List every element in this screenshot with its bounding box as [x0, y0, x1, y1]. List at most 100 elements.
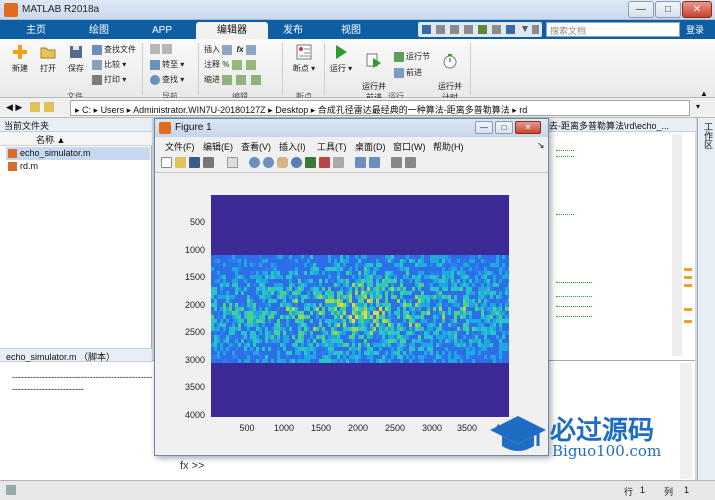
echo-cell: [286, 355, 289, 359]
path-segment[interactable]: Desktop: [275, 105, 308, 115]
compare-button[interactable]: 比较 ▾: [92, 59, 126, 70]
edit-plot-icon[interactable]: [227, 157, 238, 168]
file-item-rd[interactable]: rd.m: [6, 160, 150, 173]
warning-marker[interactable]: [684, 320, 692, 323]
figure-title-bar[interactable]: Figure 1 — □ ✕: [155, 119, 548, 137]
path-segment[interactable]: rd: [519, 105, 527, 115]
tab-apps[interactable]: APP: [132, 22, 192, 39]
echo-cell: [301, 255, 304, 259]
show-plot-tools-icon[interactable]: [405, 157, 416, 168]
new-figure-icon[interactable]: [161, 157, 172, 168]
menu-window[interactable]: 窗口(W): [393, 140, 426, 153]
editor-file-tab[interactable]: 去-距离多普勒算法\rd\echo_...: [546, 118, 696, 132]
echo-cell: [379, 263, 382, 267]
figure-close-button[interactable]: ✕: [515, 121, 541, 134]
folder-up-icon[interactable]: [30, 102, 40, 112]
hide-plot-tools-icon[interactable]: [391, 157, 402, 168]
open-button[interactable]: 打开: [34, 43, 62, 74]
zoom-out-icon[interactable]: [263, 157, 274, 168]
echo-cell: [226, 311, 229, 315]
tab-view[interactable]: 视图: [326, 22, 376, 39]
echo-cell: [223, 311, 226, 315]
name-column-header[interactable]: 名称 ▲: [0, 132, 152, 146]
open-file-icon[interactable]: [175, 157, 186, 168]
echo-cell: [232, 279, 235, 283]
nav-back-forward[interactable]: [150, 44, 174, 54]
command-prompt[interactable]: fx >>: [180, 460, 204, 472]
menu-edit[interactable]: 编辑(E): [203, 140, 233, 153]
figure-minimize-button[interactable]: —: [475, 121, 493, 134]
editor-scrollbar[interactable]: [672, 134, 682, 356]
warning-marker[interactable]: [684, 276, 692, 279]
browse-folder-icon[interactable]: [44, 102, 54, 112]
warning-marker[interactable]: [684, 284, 692, 287]
echo-cell: [337, 275, 340, 279]
menu-insert[interactable]: 插入(I): [279, 140, 306, 153]
echo-cell: [472, 319, 475, 323]
tab-home[interactable]: 主页: [6, 22, 66, 39]
nav-arrows[interactable]: ◀ ▶: [6, 102, 22, 113]
zoom-in-icon[interactable]: [249, 157, 260, 168]
menu-tools[interactable]: 工具(T): [317, 140, 347, 153]
insert-button[interactable]: 插入 fx: [204, 44, 258, 55]
save-figure-icon[interactable]: [189, 157, 200, 168]
find-button[interactable]: 查找 ▾: [150, 74, 184, 85]
quick-access-toolbar[interactable]: [418, 22, 542, 37]
path-segment[interactable]: C:: [82, 105, 91, 115]
dock-icon[interactable]: ↘: [537, 140, 545, 151]
menu-help[interactable]: 帮助(H): [433, 140, 464, 153]
search-documentation-input[interactable]: 搜索文档: [546, 22, 680, 37]
path-segment[interactable]: 合成孔径雷达最经典的一种算法-距离多普勒算法: [318, 105, 510, 115]
path-dropdown-icon[interactable]: ▾: [696, 102, 700, 111]
echo-cell: [370, 355, 373, 359]
pan-icon[interactable]: [277, 157, 288, 168]
echo-cell: [397, 335, 400, 339]
login-link[interactable]: 登录: [686, 23, 704, 36]
echo-cell: [391, 295, 394, 299]
indent-button[interactable]: 缩进: [204, 74, 263, 85]
find-file-button[interactable]: 查找文件: [92, 44, 136, 55]
echo-cell: [367, 311, 370, 315]
insert-colorbar-icon[interactable]: [355, 157, 366, 168]
run-and-time-button[interactable]: 运行并 计时: [434, 43, 466, 103]
data-cursor-icon[interactable]: [305, 157, 316, 168]
menu-file[interactable]: 文件(F): [165, 140, 195, 153]
minimize-button[interactable]: —: [628, 1, 654, 18]
echo-cell: [400, 283, 403, 287]
echo-cell: [394, 339, 397, 343]
insert-legend-icon[interactable]: [369, 157, 380, 168]
tab-editor[interactable]: 编辑器: [196, 22, 268, 39]
goto-button[interactable]: 转至 ▾: [150, 59, 184, 70]
collapse-ribbon-icon[interactable]: ▲: [700, 89, 708, 98]
advance-button[interactable]: 前进: [394, 67, 422, 78]
echo-cell: [355, 287, 358, 291]
file-item-echo-simulator[interactable]: echo_simulator.m: [6, 147, 150, 160]
echo-cell: [349, 339, 352, 343]
menu-desktop[interactable]: 桌面(D): [355, 140, 386, 153]
comment-button[interactable]: 注释 %: [204, 59, 258, 70]
breakpoints-button[interactable]: 断点 ▾: [288, 43, 320, 74]
menu-view[interactable]: 查看(V): [241, 140, 271, 153]
warning-marker[interactable]: [684, 268, 692, 271]
current-folder-path[interactable]: ▸ C: ▸ Users ▸ Administrator.WIN7U-20180…: [70, 100, 690, 116]
figure-maximize-button[interactable]: □: [495, 121, 513, 134]
maximize-button[interactable]: □: [655, 1, 681, 18]
image-plot-axes[interactable]: [211, 195, 509, 417]
print-button[interactable]: 打印 ▾: [92, 74, 126, 85]
run-section-button[interactable]: 运行节: [394, 51, 430, 62]
link-icon[interactable]: [333, 157, 344, 168]
new-button[interactable]: 新建: [6, 43, 34, 74]
brush-icon[interactable]: [319, 157, 330, 168]
close-button[interactable]: ✕: [682, 1, 712, 18]
run-button[interactable]: 运行 ▾: [328, 43, 354, 74]
rotate-3d-icon[interactable]: [291, 157, 302, 168]
print-figure-icon[interactable]: [203, 157, 214, 168]
path-segment[interactable]: Administrator.WIN7U-20180127Z: [133, 105, 266, 115]
echo-cell: [364, 271, 367, 275]
tab-plots[interactable]: 绘图: [66, 22, 132, 39]
path-segment[interactable]: Users: [101, 105, 125, 115]
echo-cell: [394, 335, 397, 339]
save-button[interactable]: 保存: [62, 43, 90, 74]
warning-marker[interactable]: [684, 308, 692, 311]
tab-publish[interactable]: 发布: [268, 22, 318, 39]
